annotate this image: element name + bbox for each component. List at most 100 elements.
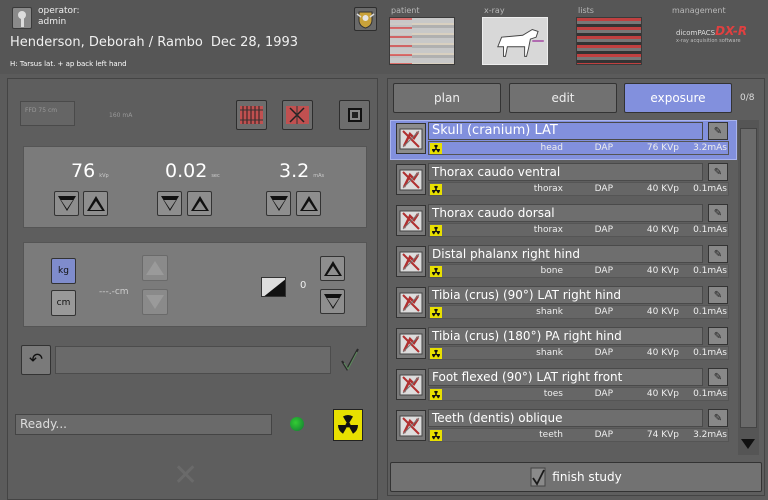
tab-plan[interactable]: plan [393,83,501,113]
exam-item[interactable]: Tibia (crus) (180°) PA right hind ✎ shank D… [390,325,735,363]
nav-xray[interactable]: x-ray [480,6,552,68]
edit-exam-icon[interactable]: ✎ [708,163,728,181]
scroll-thumb[interactable] [740,128,757,428]
emblem-icon[interactable] [354,7,377,31]
radiation-icon [430,389,442,400]
exam-kvp: 74 KVp [646,430,679,440]
radiation-icon [430,225,442,236]
exam-item-body: Thorax caudo ventral ✎ thorax DAP 40 KVp 0.1m… [428,163,729,197]
exam-item[interactable]: Teeth (dentis) oblique ✎ teeth DAP 74 KVp 3.2… [390,407,735,445]
exam-item[interactable]: Skull (cranium) LAT ✎ head DAP 76 KVp 3.2mAs [390,120,737,160]
collimator-icon [286,106,309,124]
kv-down-button[interactable] [54,191,79,216]
exam-title[interactable]: Tibia (crus) (90°) LAT right hind [428,286,703,304]
radiation-button[interactable] [333,409,363,441]
nav-patient[interactable]: patient [387,6,459,68]
check-icon [530,467,546,487]
unit-kg-button[interactable]: kg [51,258,76,284]
collimator-button[interactable] [282,100,313,130]
tab-exposure[interactable]: exposure [624,83,732,113]
edit-exam-icon[interactable]: ✎ [708,204,728,222]
comment-input[interactable] [55,346,331,374]
exam-item[interactable]: Tibia (crus) (90°) LAT right hind ✎ shank D… [390,284,735,322]
edit-exam-icon[interactable]: ✎ [708,286,728,304]
lists-thumbnail [576,17,642,65]
ffd-field[interactable]: FFD 75 cm [20,101,75,126]
density-down-button[interactable] [320,289,345,314]
density-icon[interactable] [261,277,286,297]
exam-item[interactable]: Distal phalanx right hind ✎ bone DAP 40 KVp 0… [390,243,735,281]
logo-prefix: dicomPACS [676,29,716,37]
exam-params: toes DAP 40 KVp 0.1mAs [428,387,729,401]
nav-management-label: management [672,6,726,15]
density-up-button[interactable] [320,256,345,281]
edit-exam-icon[interactable]: ✎ [708,368,728,386]
nav-lists[interactable]: lists [574,6,646,68]
exam-dap: DAP [594,348,613,358]
edit-exam-icon[interactable]: ✎ [708,122,728,140]
xray-plate-icon[interactable] [396,369,426,400]
exam-title[interactable]: Skull (cranium) LAT [428,122,703,140]
exam-item-body: Distal phalanx right hind ✎ bone DAP 40 KVp 0… [428,245,729,279]
exam-kvp: 40 KVp [646,184,679,194]
exam-item[interactable]: Thorax caudo ventral ✎ thorax DAP 40 KVp 0.1m… [390,161,735,199]
finish-study-button[interactable]: finish study [390,462,762,492]
undo-button[interactable]: ↶ [21,345,51,375]
exam-title[interactable]: Teeth (dentis) oblique [428,409,703,427]
accept-icon[interactable] [340,347,360,373]
tab-edit[interactable]: edit [509,83,617,113]
exposure-values-box: 76 kVp 0.02 sec 3.2 mAs [23,146,367,228]
exam-body-part: toes [543,389,563,399]
scrollbar[interactable] [738,120,759,455]
exam-kvp: 40 KVp [646,348,679,358]
stop-button[interactable] [339,100,370,130]
exam-item-body: Tibia (crus) (90°) LAT right hind ✎ shank D… [428,286,729,320]
exam-dap: DAP [594,389,613,399]
exam-title[interactable]: Thorax caudo dorsal [428,204,703,222]
exam-kvp: 40 KVp [646,307,679,317]
exam-params: teeth DAP 74 KVp 3.2mAs [428,428,729,442]
exam-title[interactable]: Distal phalanx right hind [428,245,703,263]
operator-icon[interactable] [12,7,32,29]
radiation-icon [430,307,442,318]
exam-title[interactable]: Thorax caudo ventral [428,163,703,181]
finish-study-label: finish study [552,470,622,484]
xray-plate-icon[interactable] [396,328,426,359]
xray-plate-icon[interactable] [396,205,426,236]
mas-down-button[interactable] [266,191,291,216]
exam-title[interactable]: Tibia (crus) (180°) PA right hind [428,327,703,345]
operator-label: operator: [38,6,80,16]
exam-params: head DAP 76 KVp 3.2mAs [428,141,729,155]
kv-up-button[interactable] [83,191,108,216]
exam-item-body: Thorax caudo dorsal ✎ thorax DAP 40 KVp 0.1mA… [428,204,729,238]
exam-mas: 0.1mAs [693,184,727,194]
xray-plate-icon[interactable] [396,123,426,154]
time-up-button[interactable] [187,191,212,216]
grid-toggle-button[interactable] [236,100,267,130]
radiation-icon [430,430,442,441]
exam-item[interactable]: Foot flexed (90°) LAT right front ✎ toes DA… [390,366,735,404]
exam-body-part: thorax [533,225,563,235]
grid-icon [240,106,263,124]
exam-params: shank DAP 40 KVp 0.1mAs [428,346,729,360]
xray-plate-icon[interactable] [396,410,426,441]
edit-exam-icon[interactable]: ✎ [708,409,728,427]
exam-item[interactable]: Thorax caudo dorsal ✎ thorax DAP 40 KVp 0.1mA… [390,202,735,240]
scroll-down-icon[interactable] [741,439,755,449]
xray-thumbnail [482,17,548,65]
xray-plate-icon[interactable] [396,164,426,195]
exam-kvp: 40 KVp [646,266,679,276]
xray-plate-icon[interactable] [396,246,426,277]
edit-exam-icon[interactable]: ✎ [708,327,728,345]
exam-params: thorax DAP 40 KVp 0.1mAs [428,223,729,237]
mas-up-button[interactable] [296,191,321,216]
xray-plate-icon[interactable] [396,287,426,318]
thickness-value: ---.-cm [99,287,129,297]
unit-cm-button[interactable]: cm [51,290,76,316]
generator-bar: FFD 75 cm 160 mA [19,98,375,142]
arrow-down-icon [146,295,164,309]
exam-title[interactable]: Foot flexed (90°) LAT right front [428,368,703,386]
time-down-button[interactable] [157,191,182,216]
exam-params: thorax DAP 40 KVp 0.1mAs [428,182,729,196]
edit-exam-icon[interactable]: ✎ [708,245,728,263]
